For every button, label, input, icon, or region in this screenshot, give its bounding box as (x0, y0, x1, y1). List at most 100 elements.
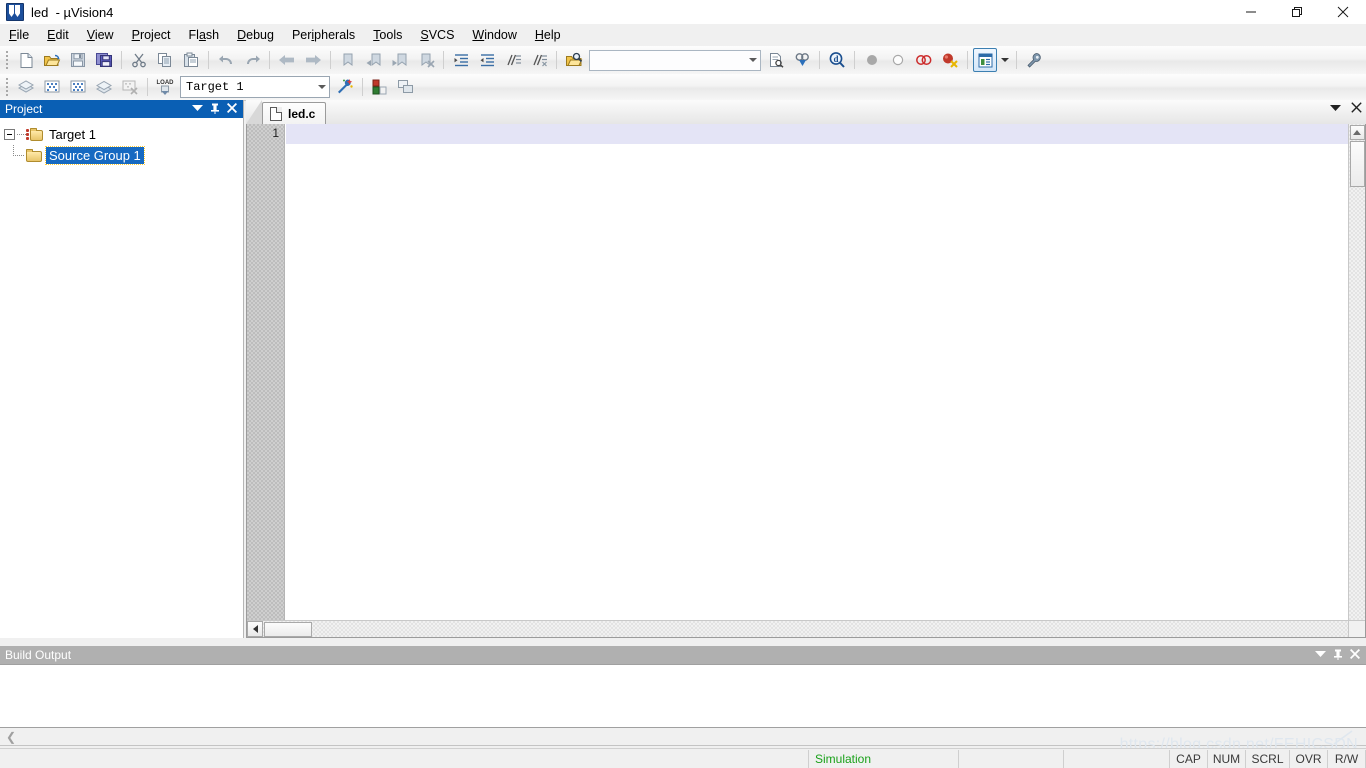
menu-view[interactable]: View (78, 25, 123, 45)
tree-node-target[interactable]: Target 1 (4, 124, 243, 145)
find-symbol-icon[interactable]: d (825, 48, 849, 72)
menu-window[interactable]: Window (463, 25, 525, 45)
manage-windows-dropdown-icon[interactable] (998, 50, 1012, 70)
breakpoint-kill-all-icon[interactable] (938, 48, 962, 72)
navigate-forward-icon[interactable] (301, 48, 325, 72)
uncomment-icon[interactable] (527, 48, 551, 72)
uvision-logo-icon (6, 3, 24, 21)
translate-icon[interactable] (14, 75, 38, 99)
toolbar-separator (121, 51, 122, 69)
hscroll-thumb[interactable] (264, 621, 312, 637)
stop-build-icon[interactable] (118, 75, 142, 99)
editor-body: 1 (246, 124, 1366, 638)
menu-peripherals[interactable]: Peripherals (283, 25, 364, 45)
find-icon[interactable] (764, 48, 788, 72)
build-icon[interactable] (40, 75, 64, 99)
configuration-wizard-icon[interactable] (1022, 48, 1046, 72)
breakpoint-insert-icon[interactable] (860, 48, 884, 72)
status-indicator-rw: R/W (1328, 749, 1366, 768)
toolbar-separator (147, 78, 148, 96)
bookmark-clear-icon[interactable] (414, 48, 438, 72)
arrow-left-icon[interactable] (247, 621, 263, 637)
save-icon[interactable] (66, 48, 90, 72)
close-button[interactable] (1320, 0, 1366, 24)
menu-svcs[interactable]: SVCS (411, 25, 463, 45)
menu-file[interactable]: File (0, 25, 38, 45)
vscroll-thumb[interactable] (1349, 141, 1365, 187)
bookmark-next-icon[interactable] (388, 48, 412, 72)
toolbar-separator (443, 51, 444, 69)
toolbar-grip[interactable] (3, 50, 11, 70)
open-file-icon[interactable] (40, 48, 64, 72)
current-line-highlight (286, 124, 1348, 144)
save-all-icon[interactable] (92, 48, 116, 72)
navigate-back-icon[interactable] (275, 48, 299, 72)
status-message (0, 750, 737, 768)
indent-icon[interactable] (449, 48, 473, 72)
minimize-button[interactable] (1228, 0, 1274, 24)
close-icon[interactable] (1349, 648, 1361, 662)
comment-icon[interactable] (501, 48, 525, 72)
tree-node-target-label: Target 1 (49, 127, 96, 142)
pin-icon[interactable] (1333, 649, 1343, 662)
target-folder-icon (26, 127, 43, 142)
tab-led-c[interactable]: led.c (262, 102, 327, 125)
incremental-find-icon[interactable] (790, 48, 814, 72)
paste-icon[interactable] (179, 48, 203, 72)
outdent-icon[interactable] (475, 48, 499, 72)
status-field-2 (959, 749, 1064, 768)
restore-button[interactable] (1274, 0, 1320, 24)
expander-collapse-icon[interactable] (4, 129, 15, 140)
svg-text:LOAD: LOAD (157, 80, 175, 86)
folder-icon (26, 149, 42, 162)
chevron-down-icon[interactable] (1330, 104, 1341, 115)
batch-build-icon[interactable] (92, 75, 116, 99)
new-file-icon[interactable] (14, 48, 38, 72)
status-field-3 (1064, 749, 1170, 768)
pin-icon[interactable] (210, 103, 220, 116)
editor-horizontal-scrollbar[interactable] (247, 620, 1348, 637)
cut-icon[interactable] (127, 48, 151, 72)
target-select[interactable]: Target 1 (180, 76, 330, 98)
build-output-panel: Build Output ❮ (0, 646, 1366, 746)
target-select-value: Target 1 (186, 80, 244, 94)
tree-connector (13, 145, 26, 166)
menu-project[interactable]: Project (123, 25, 180, 45)
code-text-area[interactable] (286, 124, 1348, 620)
build-output-text[interactable] (0, 664, 1366, 728)
menu-tools[interactable]: Tools (364, 25, 411, 45)
bookmark-prev-icon[interactable] (362, 48, 386, 72)
chevron-left-icon[interactable]: ❮ (0, 731, 16, 743)
multi-project-icon[interactable] (394, 75, 418, 99)
chevron-down-icon[interactable] (314, 79, 329, 96)
menu-debug[interactable]: Debug (228, 25, 283, 45)
undo-icon[interactable] (214, 48, 238, 72)
manage-components-icon[interactable] (368, 75, 392, 99)
menu-help[interactable]: Help (526, 25, 570, 45)
toolbar-grip[interactable] (3, 77, 11, 97)
editor-vertical-scrollbar[interactable] (1348, 124, 1365, 620)
rebuild-icon[interactable] (66, 75, 90, 99)
chevron-down-icon[interactable] (192, 103, 203, 115)
find-in-files-icon[interactable] (562, 48, 586, 72)
close-icon[interactable] (226, 102, 238, 116)
breakpoint-disable-all-icon[interactable] (912, 48, 936, 72)
redo-icon[interactable] (240, 48, 264, 72)
chevron-down-icon[interactable] (1315, 649, 1326, 661)
close-icon[interactable] (1351, 102, 1362, 116)
tabstrip-slant (246, 100, 262, 124)
copy-icon[interactable] (153, 48, 177, 72)
target-options-icon[interactable] (333, 75, 357, 99)
status-field-1 (737, 749, 809, 768)
bookmark-toggle-icon[interactable] (336, 48, 360, 72)
tree-node-source-group[interactable]: Source Group 1 (4, 145, 243, 166)
find-combo[interactable] (589, 49, 761, 71)
breakpoint-enable-icon[interactable] (886, 48, 910, 72)
download-icon[interactable]: LOAD (153, 75, 177, 99)
menu-edit[interactable]: Edit (38, 25, 78, 45)
arrow-up-icon[interactable] (1349, 125, 1365, 140)
menu-flash[interactable]: Flash (180, 25, 229, 45)
manage-windows-icon[interactable] (973, 48, 997, 72)
chevron-down-icon[interactable] (745, 52, 760, 69)
window-title: led - µVision4 (31, 4, 114, 20)
